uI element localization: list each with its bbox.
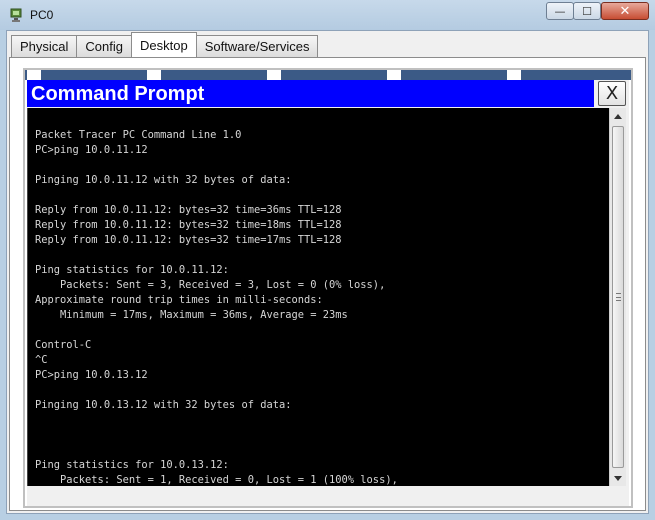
- close-window-button[interactable]: ✕: [601, 2, 649, 20]
- window-titlebar[interactable]: PC0 — ☐ ✕: [0, 0, 655, 30]
- vertical-scrollbar[interactable]: [609, 108, 626, 486]
- maximize-icon: ☐: [582, 4, 592, 18]
- strip-gap: [27, 70, 41, 80]
- terminal-line: Approximate round trip times in milli-se…: [35, 294, 323, 306]
- triangle-up-icon: [614, 113, 622, 119]
- terminal-line: Ping statistics for 10.0.13.12:: [35, 459, 229, 471]
- minimize-button[interactable]: —: [546, 2, 574, 20]
- strip-gap: [267, 70, 281, 80]
- terminal-text: Packet Tracer PC Command Line 1.0 PC>ping…: [35, 128, 398, 486]
- terminal-line: Reply from 10.0.11.12: bytes=32 time=36m…: [35, 204, 342, 216]
- terminal-line: Packet Tracer PC Command Line 1.0: [35, 129, 242, 141]
- strip-gap: [387, 70, 401, 80]
- pc-app-icon: [9, 7, 25, 23]
- maximize-button[interactable]: ☐: [573, 2, 601, 20]
- scrollbar-grip-icon: [616, 293, 621, 301]
- terminal-line: PC>ping 10.0.11.12: [35, 144, 148, 156]
- command-prompt-title: Command Prompt: [31, 83, 205, 105]
- scroll-down-button[interactable]: [610, 470, 626, 486]
- scroll-up-button[interactable]: [610, 108, 626, 124]
- strip-gap: [507, 70, 521, 80]
- close-icon: ✕: [619, 3, 631, 19]
- command-prompt-close-button[interactable]: X: [598, 81, 626, 106]
- desktop-icons-strip: [25, 70, 631, 80]
- tab-bar: Physical Config Desktop Software/Service…: [11, 32, 319, 57]
- terminal-line: Reply from 10.0.11.12: bytes=32 time=18m…: [35, 219, 342, 231]
- terminal-line: Ping statistics for 10.0.11.12:: [35, 264, 229, 276]
- window-client: Physical Config Desktop Software/Service…: [6, 30, 649, 514]
- tab-desktop[interactable]: Desktop: [131, 32, 197, 57]
- desktop-tab-panel: Command Prompt X Packet Tracer PC Comman…: [9, 57, 646, 511]
- strip-gap: [147, 70, 161, 80]
- terminal-line: Reply from 10.0.11.12: bytes=32 time=17m…: [35, 234, 342, 246]
- command-prompt-titlebar: Command Prompt: [27, 80, 594, 107]
- desktop-area: Command Prompt X Packet Tracer PC Comman…: [23, 68, 633, 508]
- terminal-line: PC>ping 10.0.13.12: [35, 369, 148, 381]
- terminal-line: Minimum = 17ms, Maximum = 36ms, Average …: [35, 309, 348, 321]
- tab-physical[interactable]: Physical: [11, 35, 78, 57]
- terminal-line: Control-C: [35, 339, 92, 351]
- triangle-down-icon: [614, 475, 622, 481]
- bottom-margin: [27, 486, 629, 506]
- tab-software-services[interactable]: Software/Services: [195, 35, 319, 57]
- window-title: PC0: [30, 8, 54, 22]
- minimize-icon: —: [554, 4, 566, 18]
- command-prompt-panel: Command Prompt X Packet Tracer PC Comman…: [27, 80, 629, 506]
- terminal-line: Pinging 10.0.13.12 with 32 bytes of data…: [35, 399, 292, 411]
- scrollbar-thumb[interactable]: [612, 126, 624, 468]
- terminal-line: Packets: Sent = 3, Received = 3, Lost = …: [35, 279, 386, 291]
- tab-config[interactable]: Config: [76, 35, 132, 57]
- terminal-line: Pinging 10.0.11.12 with 32 bytes of data…: [35, 174, 292, 186]
- terminal-line: Packets: Sent = 1, Received = 0, Lost = …: [35, 474, 398, 486]
- terminal-line: ^C: [35, 354, 48, 366]
- terminal-output[interactable]: Packet Tracer PC Command Line 1.0 PC>ping…: [27, 108, 609, 486]
